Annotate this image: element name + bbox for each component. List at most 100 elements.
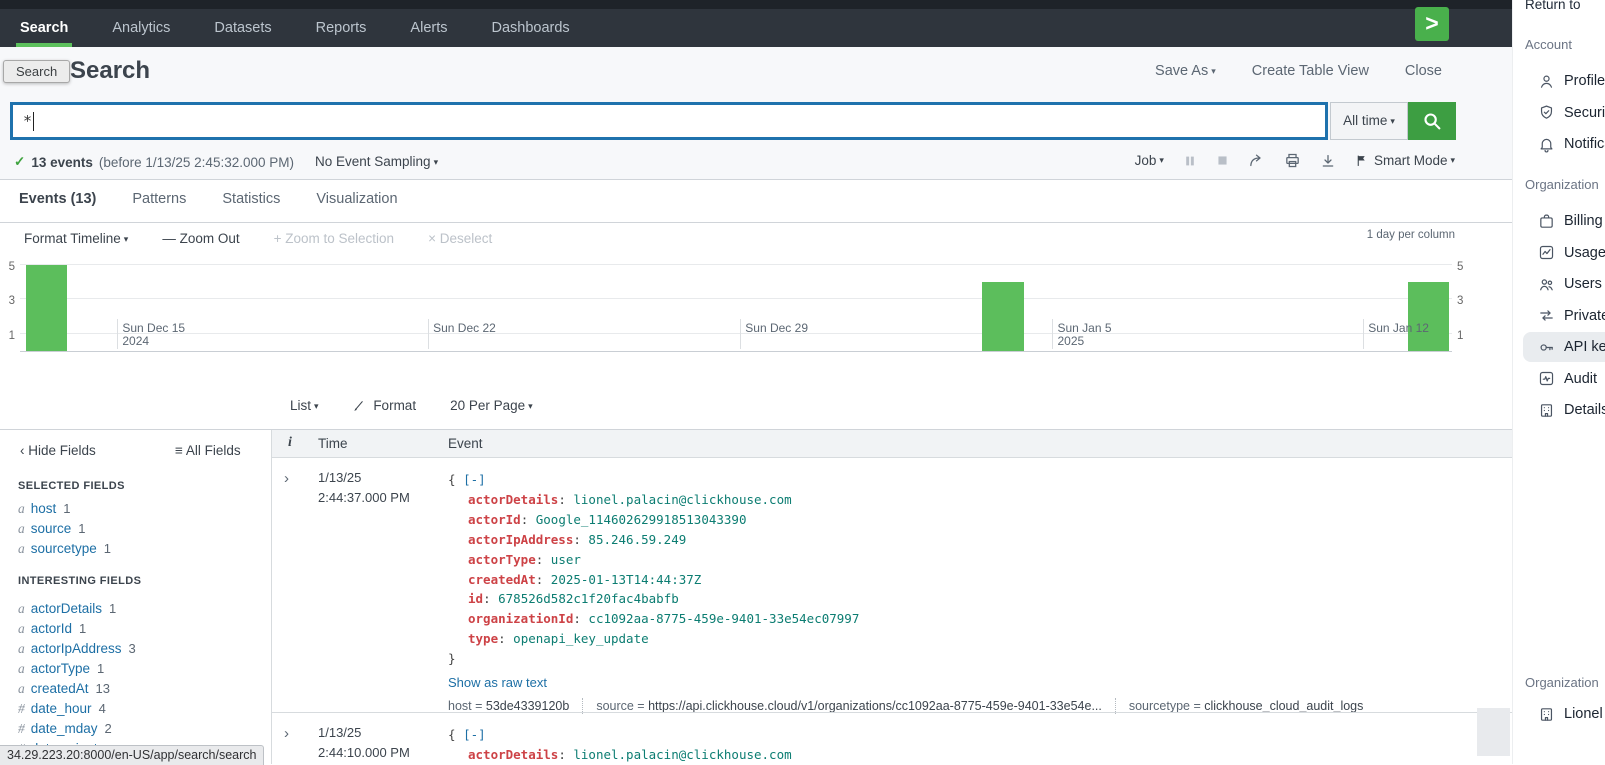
json-value[interactable]: cc1092aa-8775-459e-9401-33e54ec07997 <box>588 611 859 626</box>
panel-item-label: Security <box>1564 105 1605 121</box>
open-brace: { <box>448 472 463 487</box>
field-actorIpAddress[interactable]: aactorIpAddress3 <box>18 639 136 659</box>
pause-icon[interactable] <box>1183 154 1197 168</box>
json-key[interactable]: organizationId <box>468 611 573 626</box>
json-value[interactable]: Google_114602629918513043390 <box>536 512 747 527</box>
meta-host[interactable]: host = 53de4339120b <box>448 699 569 713</box>
users-icon <box>1538 276 1555 293</box>
meta-label: source = <box>596 699 648 713</box>
panel-item-notifications[interactable]: Notifications <box>1513 129 1605 159</box>
collapse-json-link[interactable]: [-] <box>463 472 486 487</box>
x-icon: × <box>428 231 436 246</box>
share-icon[interactable] <box>1248 152 1265 169</box>
panel-item-api-keys[interactable]: API keys <box>1523 332 1605 362</box>
field-host[interactable]: ahost1 <box>18 499 111 519</box>
json-value[interactable]: lionel.palacin@clickhouse.com <box>573 747 791 762</box>
panel-item-profile[interactable]: Profile <box>1513 66 1605 96</box>
nav-item-reports[interactable]: Reports <box>316 9 367 47</box>
panel-item-audit[interactable]: Audit <box>1513 364 1605 394</box>
stop-icon[interactable] <box>1216 154 1229 167</box>
deselect-button[interactable]: × Deselect <box>428 231 492 246</box>
json-key[interactable]: type <box>468 631 498 646</box>
expand-event-icon[interactable]: › <box>284 470 289 487</box>
search-mode-menu[interactable]: Smart Mode▾ <box>1355 153 1455 168</box>
panel-item-label: Lionel <box>1564 706 1603 722</box>
nav-item-dashboards[interactable]: Dashboards <box>492 9 570 47</box>
nav-item-datasets[interactable]: Datasets <box>214 9 271 47</box>
json-key[interactable]: actorDetails <box>468 747 558 762</box>
meta-sourcetype[interactable]: sourcetype = clickhouse_cloud_audit_logs <box>1129 699 1364 713</box>
meta-value[interactable]: clickhouse_cloud_audit_logs <box>1204 699 1363 713</box>
return-to-link[interactable]: Return to <box>1525 0 1581 12</box>
show-raw-text-link[interactable]: Show as raw text <box>448 673 859 693</box>
collapse-json-link[interactable]: [-] <box>463 727 486 742</box>
all-fields-button[interactable]: ≡ All Fields <box>175 443 241 458</box>
json-value[interactable]: user <box>551 552 581 567</box>
json-key[interactable]: actorId <box>468 512 521 527</box>
json-value[interactable]: lionel.palacin@clickhouse.com <box>573 492 791 507</box>
field-source[interactable]: asource1 <box>18 519 111 539</box>
panel-item-private[interactable]: Private <box>1513 301 1605 331</box>
field-actorId[interactable]: aactorId1 <box>18 619 136 639</box>
event-sampling-menu[interactable]: No Event Sampling▾ <box>315 154 438 169</box>
field-sourcetype[interactable]: asourcetype1 <box>18 539 111 559</box>
smart-mode-flag-icon <box>1355 153 1368 168</box>
list-view-menu[interactable]: List▾ <box>290 398 319 413</box>
json-field-line: actorDetails: lionel.palacin@clickhouse.… <box>448 490 859 510</box>
download-icon[interactable] <box>1320 153 1336 169</box>
format-timeline-button[interactable]: Format Timeline▾ <box>24 231 128 246</box>
panel-item-users[interactable]: Users <box>1513 269 1605 299</box>
meta-value[interactable]: 53de4339120b <box>486 699 569 713</box>
field-actorDetails[interactable]: aactorDetails1 <box>18 599 136 619</box>
search-button[interactable] <box>1408 102 1456 140</box>
nav-item-analytics[interactable]: Analytics <box>112 9 170 47</box>
string-field-icon: a <box>18 621 25 636</box>
splunk-logo-icon[interactable]: > <box>1415 7 1449 41</box>
tab-visualization[interactable]: Visualization <box>314 180 399 223</box>
json-value[interactable]: 678526d582c1f20fac4babfb <box>498 591 679 606</box>
close-button[interactable]: Close <box>1405 63 1442 79</box>
zoom-out-button[interactable]: — Zoom Out <box>162 231 239 246</box>
search-input[interactable]: * <box>10 102 1328 140</box>
json-key[interactable]: actorIpAddress <box>468 532 573 547</box>
save-as-button[interactable]: Save As▾ <box>1155 63 1216 79</box>
panel-section-header: Organization <box>1525 177 1599 192</box>
create-table-view-button[interactable]: Create Table View <box>1252 63 1369 79</box>
field-date_mday[interactable]: #date_mday2 <box>18 719 136 739</box>
print-icon[interactable] <box>1284 152 1301 169</box>
json-key[interactable]: actorType <box>468 552 536 567</box>
json-colon: : <box>536 572 551 587</box>
field-createdAt[interactable]: acreatedAt13 <box>18 679 136 699</box>
json-key[interactable]: actorDetails <box>468 492 558 507</box>
meta-value[interactable]: https://api.clickhouse.cloud/v1/organiza… <box>648 699 1102 713</box>
panel-item-security[interactable]: Security <box>1513 98 1605 128</box>
json-field-line: actorType: user <box>448 550 859 570</box>
tab-patterns[interactable]: Patterns <box>130 180 188 223</box>
panel-item-billing[interactable]: Billing <box>1513 206 1605 236</box>
panel-item-details[interactable]: Details <box>1513 395 1605 425</box>
json-key[interactable]: id <box>468 591 483 606</box>
zoom-to-selection-button[interactable]: + Zoom to Selection <box>274 231 394 246</box>
events-table: i Time Event ›1/13/252:44:37.000 PM{ [-]… <box>272 430 1512 764</box>
nav-item-search[interactable]: Search <box>20 9 68 47</box>
meta-source[interactable]: source = https://api.clickhouse.cloud/v1… <box>596 699 1102 713</box>
format-results-button[interactable]: Format <box>353 398 417 413</box>
tab-statistics[interactable]: Statistics <box>220 180 282 223</box>
per-page-menu[interactable]: 20 Per Page▾ <box>450 398 533 413</box>
json-key[interactable]: createdAt <box>468 572 536 587</box>
panel-item-lionel[interactable]: Lionel <box>1513 699 1605 729</box>
field-actorType[interactable]: aactorType1 <box>18 659 136 679</box>
panel-item-usage[interactable]: Usage <box>1513 238 1605 268</box>
json-value[interactable]: openapi_key_update <box>513 631 648 646</box>
json-value[interactable]: 85.246.59.249 <box>588 532 686 547</box>
job-menu[interactable]: Job▾ <box>1135 153 1164 168</box>
panel-item-label: Billing <box>1564 213 1603 229</box>
tab-events-13-[interactable]: Events (13) <box>17 180 98 227</box>
time-range-picker[interactable]: All time▾ <box>1330 102 1408 140</box>
field-date_hour[interactable]: #date_hour4 <box>18 699 136 719</box>
json-value[interactable]: 2025-01-13T14:44:37Z <box>551 572 702 587</box>
json-colon: : <box>536 552 551 567</box>
hide-fields-button[interactable]: ‹ Hide Fields <box>20 443 96 458</box>
nav-item-alerts[interactable]: Alerts <box>410 9 447 47</box>
expand-event-icon[interactable]: › <box>284 725 289 742</box>
